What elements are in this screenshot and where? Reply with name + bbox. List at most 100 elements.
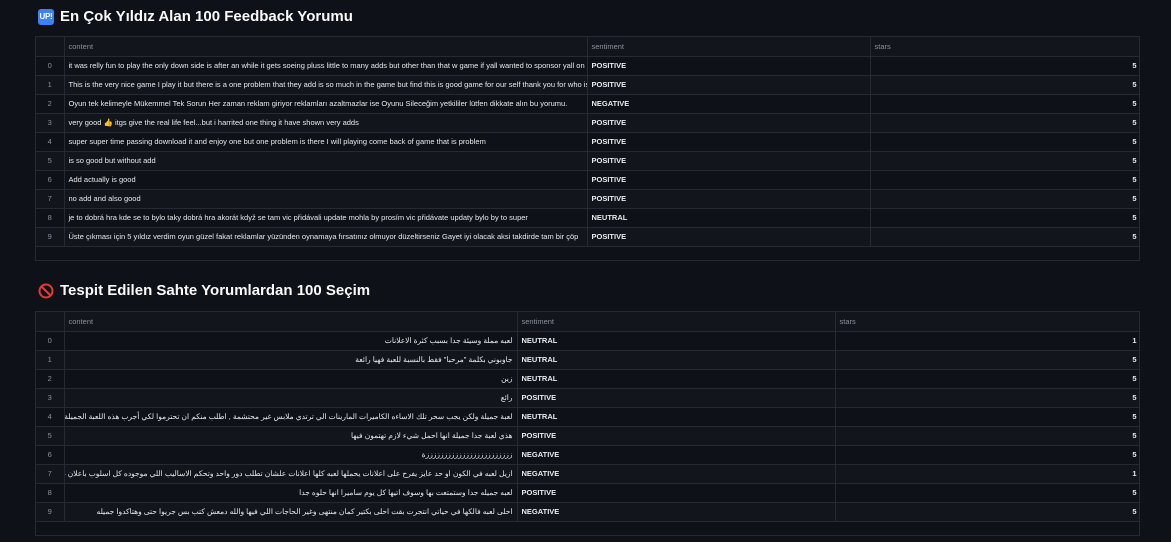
stars-cell[interactable]: 1 <box>835 464 1139 484</box>
stars-cell[interactable]: 5 <box>870 189 1139 209</box>
column-header-sentiment[interactable]: sentiment <box>517 312 836 332</box>
table-row[interactable]: 3 رائع POSITIVE 5 <box>36 388 1139 408</box>
column-header-stars[interactable]: stars <box>870 37 1139 57</box>
column-header-content[interactable]: content <box>64 312 518 332</box>
stars-cell[interactable]: 5 <box>870 151 1139 171</box>
content-cell[interactable]: لعبه جميله جدا وستمتعت بها وسوف اتيها كل… <box>64 483 518 503</box>
stars-cell[interactable]: 5 <box>835 445 1139 465</box>
table-row[interactable]: 1 This is the very nice game I play it bu… <box>36 75 1139 95</box>
table-row[interactable]: 8 لعبه جميله جدا وستمتعت بها وسوف اتيها ك… <box>36 483 1139 503</box>
sentiment-cell[interactable]: POSITIVE <box>517 483 836 503</box>
content-cell[interactable]: super super time passing download it and… <box>64 132 588 152</box>
fake-reviews-table[interactable]: content sentiment stars 0 لعبه مملة وسيئة… <box>35 311 1140 536</box>
row-index[interactable]: 7 <box>36 189 65 209</box>
sentiment-cell[interactable]: POSITIVE <box>587 227 871 247</box>
content-cell[interactable]: جاوبوني بكلمة "مرحبا" فقط بالنسبة للعبة … <box>64 350 518 370</box>
stars-cell[interactable]: 5 <box>835 369 1139 389</box>
stars-cell[interactable]: 5 <box>870 75 1139 95</box>
content-cell[interactable]: احلى لعبه فالكها في حياتي انتجرت بقت احل… <box>64 502 518 522</box>
table-row[interactable]: 7 ازيل لعبه في الكون او حد عايز يفرح على … <box>36 464 1139 484</box>
table-row[interactable]: 6 Add actually is good POSITIVE 5 <box>36 170 1139 190</box>
stars-cell[interactable]: 5 <box>870 227 1139 247</box>
content-cell[interactable]: ززززززززززززززززززززززززة <box>64 445 518 465</box>
column-header-stars[interactable]: stars <box>835 312 1139 332</box>
row-index[interactable]: 8 <box>36 208 65 228</box>
sentiment-cell[interactable]: POSITIVE <box>587 113 871 133</box>
table-row[interactable]: 0 لعبه مملة وسيئة جدا بسبب كثرة الاعلانات… <box>36 331 1139 351</box>
row-index[interactable]: 0 <box>36 56 65 76</box>
row-index[interactable]: 3 <box>36 388 65 408</box>
stars-cell[interactable]: 5 <box>835 502 1139 522</box>
row-index[interactable]: 6 <box>36 445 65 465</box>
row-index[interactable]: 5 <box>36 151 65 171</box>
sentiment-cell[interactable]: NEUTRAL <box>517 350 836 370</box>
sentiment-cell[interactable]: POSITIVE <box>587 75 871 95</box>
content-cell[interactable]: زين <box>64 369 518 389</box>
row-index[interactable]: 1 <box>36 350 65 370</box>
stars-cell[interactable]: 5 <box>870 94 1139 114</box>
table-row[interactable]: 2 زين NEUTRAL 5 <box>36 369 1139 389</box>
row-index[interactable]: 9 <box>36 227 65 247</box>
stars-cell[interactable]: 5 <box>870 113 1139 133</box>
row-index[interactable]: 2 <box>36 94 65 114</box>
sentiment-cell[interactable]: POSITIVE <box>587 170 871 190</box>
column-header-index[interactable] <box>36 312 65 332</box>
sentiment-cell[interactable]: POSITIVE <box>517 426 836 446</box>
stars-cell[interactable]: 1 <box>835 331 1139 351</box>
stars-cell[interactable]: 5 <box>870 208 1139 228</box>
row-index[interactable]: 6 <box>36 170 65 190</box>
stars-cell[interactable]: 5 <box>835 426 1139 446</box>
table-row[interactable]: 8 je to dobrá hra kde se to bylo taky dob… <box>36 208 1139 228</box>
content-cell[interactable]: This is the very nice game I play it but… <box>64 75 588 95</box>
content-cell[interactable]: it was relly fun to play the only down s… <box>64 56 588 76</box>
sentiment-cell[interactable]: NEGATIVE <box>587 94 871 114</box>
content-cell[interactable]: Add actually is good <box>64 170 588 190</box>
stars-cell[interactable]: 5 <box>870 56 1139 76</box>
content-cell[interactable]: هذي لعبة جدا جميلة انها احمل شيء لازم ته… <box>64 426 518 446</box>
content-cell[interactable]: Oyun tek kelimeyle Mükemmel Tek Sorun He… <box>64 94 588 114</box>
row-index[interactable]: 4 <box>36 407 65 427</box>
stars-cell[interactable]: 5 <box>870 132 1139 152</box>
row-index[interactable]: 7 <box>36 464 65 484</box>
table-row[interactable]: 1 جاوبوني بكلمة "مرحبا" فقط بالنسبة للعبة… <box>36 350 1139 370</box>
sentiment-cell[interactable]: POSITIVE <box>587 132 871 152</box>
stars-cell[interactable]: 5 <box>835 407 1139 427</box>
table-row[interactable]: 2 Oyun tek kelimeyle Mükemmel Tek Sorun H… <box>36 94 1139 114</box>
table-row[interactable]: 4 super super time passing download it an… <box>36 132 1139 152</box>
top-feedback-table[interactable]: content sentiment stars 0 it was relly fu… <box>35 36 1140 261</box>
table-row[interactable]: 4 لعبة جميلة ولكن يجب سحر تلك الاساءه الك… <box>36 407 1139 427</box>
row-index[interactable]: 3 <box>36 113 65 133</box>
row-index[interactable]: 1 <box>36 75 65 95</box>
content-cell[interactable]: no add and also good <box>64 189 588 209</box>
column-header-content[interactable]: content <box>64 37 588 57</box>
sentiment-cell[interactable]: NEUTRAL <box>517 331 836 351</box>
content-cell[interactable]: je to dobrá hra kde se to bylo taky dobr… <box>64 208 588 228</box>
row-index[interactable]: 0 <box>36 331 65 351</box>
content-cell[interactable]: Üste çıkması için 5 yıldız verdim oyun g… <box>64 227 588 247</box>
sentiment-cell[interactable]: NEGATIVE <box>517 502 836 522</box>
table-row[interactable]: 9 Üste çıkması için 5 yıldız verdim oyun … <box>36 227 1139 247</box>
table-row[interactable]: 5 is so good but without add POSITIVE 5 <box>36 151 1139 171</box>
stars-cell[interactable]: 5 <box>870 170 1139 190</box>
content-cell[interactable]: لعبه مملة وسيئة جدا بسبب كثرة الاعلانات <box>64 331 518 351</box>
sentiment-cell[interactable]: POSITIVE <box>587 56 871 76</box>
table-row[interactable]: 3 very good 👍 itgs give the real life fee… <box>36 113 1139 133</box>
content-cell[interactable]: ازيل لعبه في الكون او حد عايز يفرح على ا… <box>64 464 518 484</box>
sentiment-cell[interactable]: POSITIVE <box>587 151 871 171</box>
column-header-index[interactable] <box>36 37 65 57</box>
content-cell[interactable]: رائع <box>64 388 518 408</box>
sentiment-cell[interactable]: NEUTRAL <box>517 407 836 427</box>
sentiment-cell[interactable]: POSITIVE <box>587 189 871 209</box>
column-header-sentiment[interactable]: sentiment <box>587 37 871 57</box>
sentiment-cell[interactable]: NEUTRAL <box>517 369 836 389</box>
sentiment-cell[interactable]: POSITIVE <box>517 388 836 408</box>
table-row[interactable]: 0 it was relly fun to play the only down … <box>36 56 1139 76</box>
row-index[interactable]: 8 <box>36 483 65 503</box>
sentiment-cell[interactable]: NEUTRAL <box>587 208 871 228</box>
sentiment-cell[interactable]: NEGATIVE <box>517 464 836 484</box>
stars-cell[interactable]: 5 <box>835 483 1139 503</box>
row-index[interactable]: 2 <box>36 369 65 389</box>
table-row[interactable]: 7 no add and also good POSITIVE 5 <box>36 189 1139 209</box>
table-row[interactable]: 6 ززززززززززززززززززززززززة NEGATIVE 5 <box>36 445 1139 465</box>
content-cell[interactable]: is so good but without add <box>64 151 588 171</box>
